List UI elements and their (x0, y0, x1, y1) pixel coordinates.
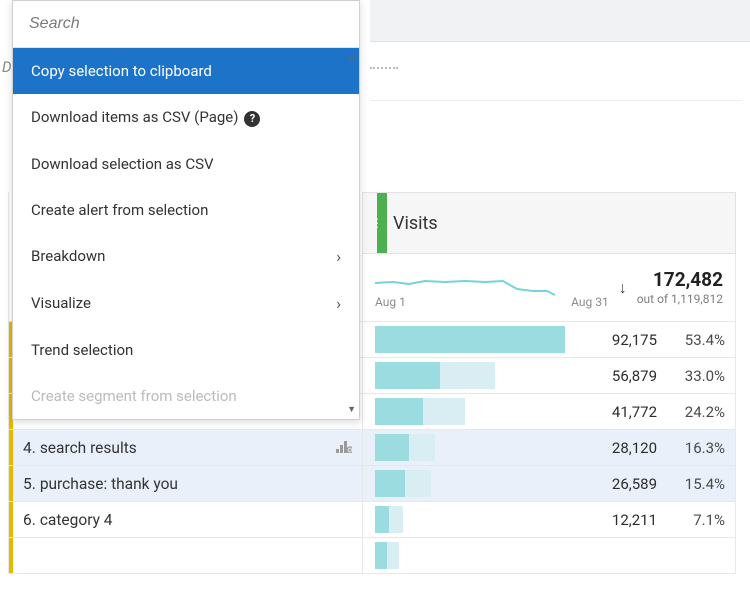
chevron-right-icon: › (336, 294, 341, 313)
table-row[interactable]: 5. purchase: thank you 26,589 15.4% (9, 466, 736, 502)
breakdown-icon[interactable] (336, 439, 352, 457)
row-percent: 53.4% (667, 331, 725, 349)
top-toolbar (370, 0, 750, 42)
metric-header-visits[interactable]: ⋮⋮ Visits (363, 192, 736, 254)
menu-scroll[interactable]: Copy selection to clipboard Download item… (13, 48, 359, 419)
row-metric-cell: 28,120 16.3% (363, 430, 736, 465)
range-end: Aug 31 (571, 295, 609, 309)
drag-handle-icon[interactable]: ⋮⋮ (377, 193, 387, 253)
context-menu: ▲ ▼ Copy selection to clipboardDownload … (12, 0, 360, 420)
menu-item-5[interactable]: Visualize › (13, 280, 359, 327)
row-label: 4. search results (9, 430, 363, 465)
menu-item-label: Visualize (31, 294, 91, 312)
menu-item-4[interactable]: Breakdown › (13, 233, 359, 280)
row-metric-cell: 12,211 7.1% (363, 502, 736, 537)
menu-item-label: Trend selection (31, 341, 133, 359)
row-label: 6. category 4 (9, 502, 363, 537)
row-percent: 33.0% (667, 367, 725, 385)
help-icon[interactable]: ? (244, 111, 260, 127)
menu-item-2[interactable]: Download selection as CSV (13, 141, 359, 187)
table-row[interactable]: 6. category 4 12,211 7.1% (9, 502, 736, 538)
chevron-right-icon: › (336, 247, 341, 266)
sparkline: Aug 1 Aug 31 (375, 267, 609, 309)
menu-item-1[interactable]: Download items as CSV (Page)? (13, 94, 359, 141)
partial-row (9, 538, 736, 574)
menu-item-label: Copy selection to clipboard (31, 62, 212, 80)
row-metric-cell: 26,589 15.4% (363, 466, 736, 501)
row-value: 41,772 (612, 403, 657, 421)
range-start: Aug 1 (375, 295, 406, 309)
menu-item-label: Breakdown (31, 247, 105, 265)
sort-down-icon[interactable]: ↓ (619, 278, 627, 298)
row-percent: 7.1% (667, 511, 725, 529)
table-row[interactable]: 4. search results 28,120 16.3% (9, 430, 736, 466)
row-value: 56,879 (612, 367, 657, 385)
menu-item-label: Create alert from selection (31, 201, 208, 219)
row-metric-cell: 92,175 53.4% (363, 322, 736, 357)
menu-item-label: Download selection as CSV (31, 155, 214, 173)
menu-item-label: Download items as CSV (Page)? (31, 108, 260, 127)
row-value: 12,211 (612, 511, 657, 529)
placeholder-dash (370, 67, 398, 69)
row-percent: 15.4% (667, 475, 725, 493)
menu-search-input[interactable] (13, 1, 359, 47)
row-value: 92,175 (612, 331, 657, 349)
row-value: 28,120 (612, 439, 657, 457)
menu-item-7[interactable]: Create segment from selection (13, 373, 359, 419)
row-metric-cell: 41,772 24.2% (363, 394, 736, 429)
stray-letter: D (2, 58, 12, 76)
summary-subtotal: out of 1,119,812 (637, 292, 723, 307)
row-value: 26,589 (612, 475, 657, 493)
divider-line (370, 100, 742, 101)
summary-cell: Aug 1 Aug 31 ↓ 172,482 out of 1,119,812 (363, 254, 736, 321)
menu-item-6[interactable]: Trend selection (13, 327, 359, 373)
row-percent: 16.3% (667, 439, 725, 457)
row-metric-cell: 56,879 33.0% (363, 358, 736, 393)
menu-item-3[interactable]: Create alert from selection (13, 187, 359, 233)
menu-item-0[interactable]: Copy selection to clipboard (13, 48, 359, 94)
summary-total: 172,482 (637, 268, 723, 292)
menu-item-label: Create segment from selection (31, 387, 237, 405)
row-label: 5. purchase: thank you (9, 466, 363, 501)
row-percent: 24.2% (667, 403, 725, 421)
sparkline-svg (375, 273, 555, 297)
metric-header-label: Visits (393, 213, 438, 234)
